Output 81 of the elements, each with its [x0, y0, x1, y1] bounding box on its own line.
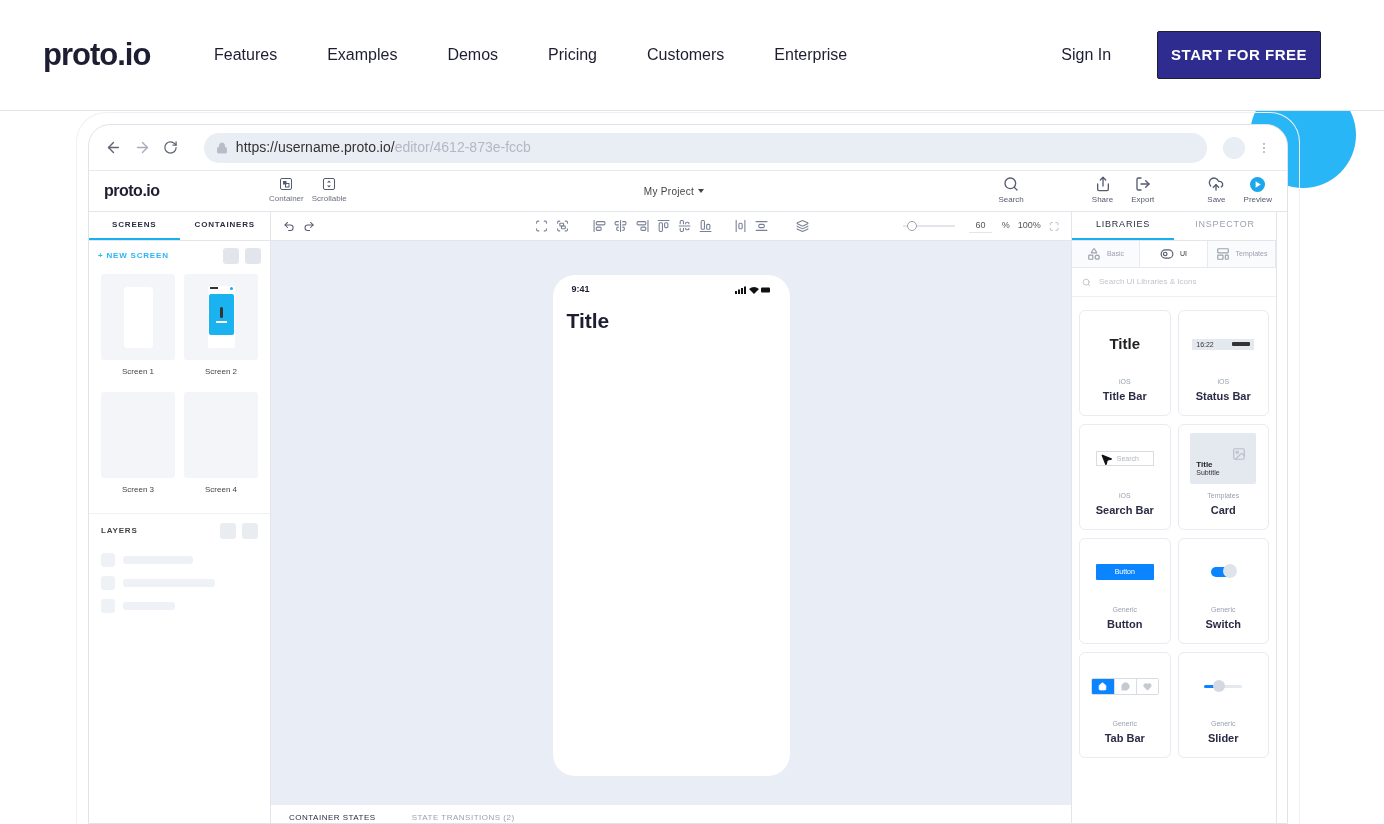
toolbar-action[interactable]: Preview	[1243, 176, 1272, 206]
toolbar-action[interactable]: Save	[1207, 176, 1226, 206]
chat-icon	[1120, 681, 1130, 691]
component-name: Tab Bar	[1104, 730, 1145, 746]
component-name: Button	[1107, 616, 1143, 632]
nav-link[interactable]: Features	[214, 43, 278, 67]
toolbar-action[interactable]: Search	[998, 176, 1024, 206]
component-name: Status Bar	[1195, 388, 1251, 404]
layers-title: LAYERS	[101, 525, 138, 537]
sign-in-link[interactable]: Sign In	[1061, 43, 1112, 67]
undo-icon[interactable]	[283, 219, 296, 233]
toggle-icon	[1160, 247, 1174, 261]
screen-title: Title	[566, 307, 611, 334]
component-name: Slider	[1207, 730, 1239, 746]
search-icon	[1003, 176, 1020, 192]
align-middle-icon[interactable]	[677, 219, 691, 233]
align-right-icon[interactable]	[635, 219, 649, 233]
insert-tool-button[interactable]: Container	[269, 177, 304, 205]
cloud-upload-icon	[1208, 176, 1225, 192]
view-toggle[interactable]	[223, 248, 239, 264]
distribute-vertical-icon[interactable]	[754, 219, 768, 233]
screen-name: Screen 2	[205, 366, 237, 378]
align-top-icon[interactable]	[656, 219, 670, 233]
start-free-button[interactable]: START FOR FREE	[1157, 31, 1321, 79]
scroll-icon	[323, 177, 336, 190]
phone-screen[interactable]: 9:41 Title	[552, 275, 790, 776]
ungroup-icon[interactable]	[556, 219, 570, 233]
screen-name: Screen 3	[122, 484, 154, 496]
redo-icon[interactable]	[303, 219, 316, 233]
align-center-icon[interactable]	[614, 219, 628, 233]
nav-link[interactable]: Customers	[647, 43, 725, 67]
distribute-horizontal-icon[interactable]	[733, 219, 747, 233]
nav-link[interactable]: Pricing	[548, 43, 597, 67]
template-icon	[1215, 247, 1230, 261]
view-toggle[interactable]	[245, 248, 261, 264]
reload-icon[interactable]	[162, 140, 178, 155]
component-name: Card	[1210, 502, 1236, 518]
search-icon	[1082, 277, 1091, 287]
status-icons	[734, 285, 771, 294]
toolbar-action[interactable]: Share	[1091, 176, 1114, 206]
container-icon	[280, 177, 293, 190]
nav-link[interactable]: Demos	[447, 43, 499, 67]
share-icon	[1094, 176, 1111, 192]
lock-icon	[215, 141, 228, 154]
zoom-field[interactable]: 60	[969, 218, 992, 234]
screen-name: Screen 1	[122, 366, 154, 378]
nav-link[interactable]: Enterprise	[774, 43, 848, 67]
align-bottom-icon[interactable]	[698, 219, 712, 233]
layers-icon[interactable]	[795, 219, 809, 233]
project-menu[interactable]: My Project	[643, 183, 705, 199]
fit-icon[interactable]	[1048, 220, 1059, 232]
screen-thumbnail[interactable]	[184, 274, 258, 360]
editor-logo: proto.io	[104, 181, 161, 201]
site-logo[interactable]: proto.io	[43, 31, 214, 79]
caret-icon	[698, 189, 705, 193]
cursor-icon	[1099, 452, 1113, 466]
address-bar[interactable]: https://username.proto.io/editor/4612-873e-fccb	[203, 132, 1208, 163]
status-time: 9:41	[571, 283, 590, 296]
url-text: https://username.proto.io/editor/4612-873e-fccb	[235, 138, 531, 157]
component-name: Title Bar	[1102, 388, 1147, 404]
image-icon	[1232, 446, 1247, 461]
toolbar-action[interactable]: Export	[1131, 176, 1155, 206]
title-preview: Title	[1109, 333, 1141, 354]
zoom-preset-button[interactable]: 100%	[1017, 219, 1041, 233]
play-icon	[1250, 176, 1266, 192]
zoom-unit: %	[1001, 219, 1010, 233]
heart-icon	[1142, 681, 1152, 691]
group-select-icon[interactable]	[535, 219, 549, 233]
panel-tab[interactable]: SCREENS	[89, 212, 180, 240]
home-icon	[1098, 681, 1108, 691]
bottom-tab[interactable]: CONTAINER STATES	[289, 814, 376, 823]
component-name: Switch	[1205, 616, 1241, 632]
align-left-icon[interactable]	[593, 219, 607, 233]
export-icon	[1134, 176, 1151, 192]
insert-tool-button[interactable]: Scrollable	[311, 177, 347, 205]
panel-tab[interactable]: CONTAINERS	[179, 212, 270, 240]
shapes-icon	[1086, 247, 1101, 261]
component-name: Search Bar	[1095, 502, 1154, 518]
screen-name: Screen 4	[205, 484, 237, 496]
back-icon[interactable]	[105, 139, 122, 156]
nav-link[interactable]: Examples	[327, 43, 398, 67]
